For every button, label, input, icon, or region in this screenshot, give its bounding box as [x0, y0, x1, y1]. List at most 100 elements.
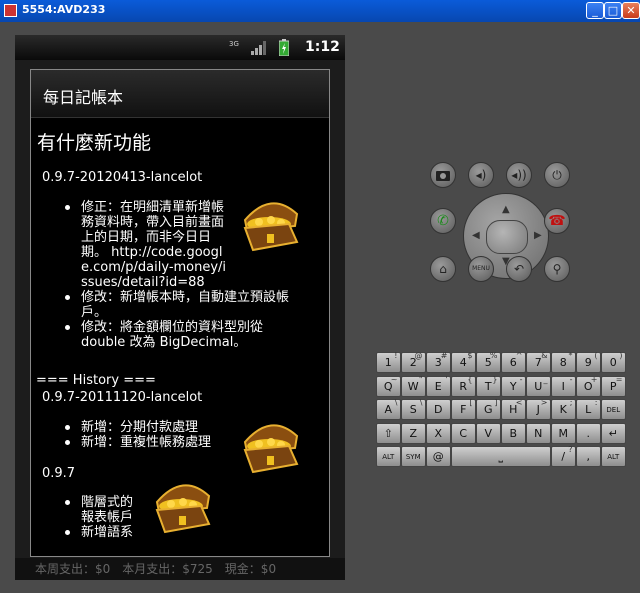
power-button[interactable]: ⏻ — [544, 162, 570, 188]
release-items: 修正：在明細清單新增帳務資料時，帶入目前畫面上的日期，而非今日日期。 http:… — [31, 200, 301, 350]
call-button[interactable]: ✆ — [430, 208, 456, 234]
list-item: 修改：將金額欄位的資料型別從 double 改為 BigDecimal。 — [31, 320, 301, 350]
key-alt-label: $ — [467, 351, 473, 360]
dpad-right-icon: ▶ — [534, 230, 542, 241]
key-alt-label: ! — [394, 351, 398, 360]
key-1-5[interactable]: Y- — [501, 375, 526, 397]
status-bar: 3G 1:12 — [15, 35, 345, 60]
key-2-2[interactable]: D — [426, 399, 451, 420]
maximize-button[interactable]: □ — [604, 2, 622, 19]
key-3-3[interactable]: C — [451, 422, 476, 444]
key-alt-label: + — [590, 374, 598, 384]
dpad-center-button[interactable] — [486, 220, 528, 254]
key-4-6[interactable]: ALT — [601, 446, 626, 467]
key-1-7[interactable]: I- — [551, 375, 576, 397]
battery-icon — [279, 39, 289, 56]
key-1-8[interactable]: O + — [576, 374, 601, 397]
key-0-3[interactable]: 4 $ — [451, 351, 476, 373]
key-3-9[interactable]: ↵ — [601, 422, 626, 444]
key-3-5[interactable]: B — [501, 422, 526, 444]
key-1-2[interactable]: E ' — [426, 374, 451, 397]
history-label: === History === — [36, 373, 156, 388]
key-alt-label: \ — [394, 398, 398, 407]
key-3-0[interactable]: ⇧ — [376, 422, 401, 444]
background-footer: 本周支出：$0 本月支出：$725 現金：$0 — [15, 558, 345, 580]
key-0-4[interactable]: 5% — [476, 351, 501, 373]
key-3-6[interactable]: N — [526, 422, 551, 444]
back-icon: ↶ — [513, 262, 525, 276]
key-alt-label: ~ — [390, 374, 398, 384]
key-alt-label: ) — [619, 351, 623, 360]
camera-button[interactable] — [430, 162, 456, 188]
search-icon: ⚲ — [552, 262, 562, 276]
volume-up-button[interactable]: ◂)) — [506, 162, 532, 188]
menu-button[interactable]: MENU — [468, 256, 494, 282]
release-items: 階層式的報表帳戶 新增語系 — [31, 495, 171, 540]
volume-down-button[interactable]: ◂) — [468, 162, 494, 188]
key-4-4[interactable]: /? — [551, 445, 576, 467]
key-3-2[interactable]: X — [426, 422, 451, 444]
key-3-8[interactable]: . — [576, 422, 601, 444]
key-4-0[interactable]: ALT — [376, 446, 401, 467]
key-4-5[interactable]: , — [576, 446, 601, 467]
key-4-3[interactable]: ⎵ — [451, 446, 551, 467]
key-1-6[interactable]: U _ — [526, 374, 551, 397]
minimize-button[interactable]: _ — [586, 2, 604, 19]
release-items: 新增：分期付款處理 新增：重複性帳務處理 — [31, 420, 301, 450]
key-2-4[interactable]: G] — [476, 398, 501, 420]
key-alt-label: _ — [543, 374, 548, 384]
dpad-up-icon: ▲ — [502, 204, 510, 215]
key-0-6[interactable]: 7 & — [526, 351, 551, 373]
hardware-keyboard: 1! 2 @3 #4 $5% 6 ^ 7 & 8 * 9(0) Q ~ W " E ' R{T} Y - U _ I - O + P =… — [376, 351, 626, 472]
whats-new-dialog[interactable]: 每日記帳本 有什麼新功能 0.9.7-20120413-lancelot 修正：… — [30, 69, 330, 557]
key-1-1[interactable]: W " — [401, 375, 426, 397]
key-2-5[interactable]: H < — [501, 398, 526, 420]
dialog-title: 每日記帳本 — [43, 88, 124, 107]
key-0-1[interactable]: 2 @ — [401, 351, 426, 373]
key-alt-label: ] — [494, 398, 498, 407]
key-2-3[interactable]: F[ — [451, 398, 476, 420]
key-1-0[interactable]: Q ~ — [376, 374, 401, 397]
key-1-9[interactable]: P = — [601, 374, 626, 397]
list-item: 新增：重複性帳務處理 — [31, 435, 301, 450]
emulator-client: 3G 1:12 本周支出：$0 本月支出：$725 現金：$0 每日記帳本 有什… — [0, 22, 640, 593]
key-4-2[interactable]: @ — [426, 446, 451, 467]
network-indicator: 3G — [229, 40, 239, 48]
key-alt-label: # — [440, 351, 448, 360]
window-titlebar: 5554:AVD233 _ □ ✕ — [0, 0, 640, 22]
key-1-3[interactable]: R{ — [451, 374, 476, 397]
key-alt-label: } — [492, 374, 498, 384]
key-2-6[interactable]: J > — [526, 398, 551, 420]
search-button[interactable]: ⚲ — [544, 256, 570, 282]
key-0-0[interactable]: 1! — [376, 351, 401, 373]
home-button[interactable]: ⌂ — [430, 256, 456, 282]
key-alt-label: ? — [568, 445, 573, 454]
key-0-5[interactable]: 6 ^ — [501, 351, 526, 373]
back-button[interactable]: ↶ — [506, 256, 532, 282]
close-button[interactable]: ✕ — [622, 2, 640, 19]
key-0-7[interactable]: 8 * — [551, 351, 576, 373]
key-alt-label: { — [467, 374, 473, 384]
key-0-2[interactable]: 3 # — [426, 351, 451, 373]
key-2-8[interactable]: L: — [576, 398, 601, 420]
key-3-1[interactable]: Z — [401, 422, 426, 444]
key-0-8[interactable]: 9( — [576, 351, 601, 373]
end-call-button[interactable]: ☎ — [544, 208, 570, 234]
key-alt-label: ' — [445, 374, 448, 384]
key-alt-label: & — [541, 351, 548, 360]
key-2-7[interactable]: K; — [551, 398, 576, 420]
key-4-1[interactable]: SYM — [401, 446, 426, 467]
key-3-4[interactable]: V — [476, 422, 501, 444]
key-alt-label: \ — [419, 398, 423, 407]
home-icon: ⌂ — [439, 262, 447, 276]
key-alt-label: : — [594, 398, 598, 407]
key-2-1[interactable]: S \ — [401, 398, 426, 420]
list-item: 階層式的報表帳戶 — [31, 495, 171, 525]
release-version: 0.9.7-20120413-lancelot — [42, 170, 203, 185]
key-1-4[interactable]: T} — [476, 374, 501, 397]
key-2-0[interactable]: A \ — [376, 398, 401, 420]
key-2-9[interactable]: DEL — [601, 399, 626, 420]
key-alt-label: = — [615, 374, 623, 384]
key-3-7[interactable]: M — [551, 422, 576, 444]
key-0-9[interactable]: 0) — [601, 351, 626, 373]
